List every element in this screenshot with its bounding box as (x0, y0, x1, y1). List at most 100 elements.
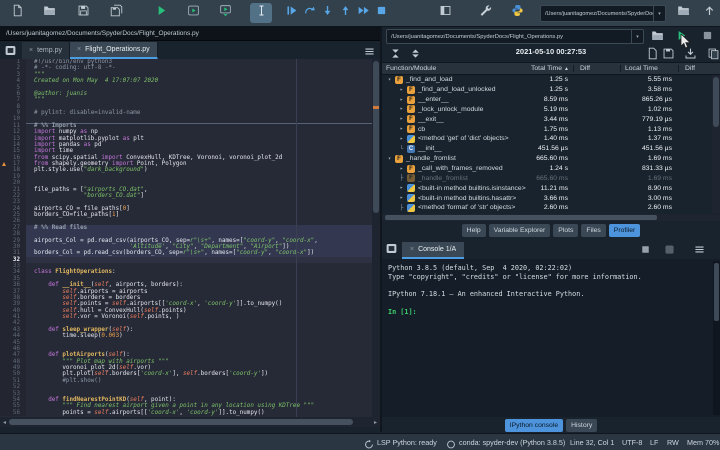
preferences-button[interactable] (474, 3, 496, 23)
chevron-right-icon[interactable]: ▸ (397, 126, 406, 132)
run-cell-advance-button[interactable] (214, 3, 236, 23)
bottom-tab-history[interactable]: History (566, 419, 598, 432)
profiler-open-icon[interactable] (650, 29, 664, 42)
run-selection-button[interactable] (250, 3, 272, 23)
chevron-down-icon[interactable]: ▾ (631, 30, 643, 43)
new-file-button[interactable] (6, 3, 28, 23)
save-all-icon (110, 4, 123, 22)
pythonpath-button[interactable] (506, 3, 528, 23)
debug-file-icon (285, 4, 298, 22)
profiler-row[interactable]: ▸ Fcb 1.75 ms 1.13 ms (382, 124, 712, 134)
pane-tab-plots[interactable]: Plots (553, 224, 579, 237)
scrollbar-thumb[interactable] (714, 263, 719, 321)
scroll-left-icon[interactable]: ◂ (0, 419, 9, 426)
open-file-button[interactable] (38, 3, 60, 23)
profiler-horizontal-scrollbar[interactable] (382, 214, 720, 221)
chevron-right-icon[interactable]: ▸ (397, 195, 406, 201)
parent-directory-button[interactable] (698, 3, 720, 23)
profiler-vertical-scrollbar[interactable] (712, 75, 720, 213)
pane-tab-profiler[interactable]: Profiler (608, 224, 641, 237)
scrollbar-thumb[interactable] (385, 215, 657, 220)
close-tab-icon[interactable]: × (410, 246, 414, 253)
tree-connector[interactable]: ├ (397, 205, 406, 211)
console-vertical-scrollbar[interactable] (713, 261, 720, 415)
save-button[interactable] (72, 3, 94, 23)
code-editor[interactable]: 1 #!/usr/bin/env python3 2 # -*- coding: ut… (0, 59, 380, 417)
pane-tab-help[interactable]: Help (461, 224, 486, 237)
profiler-stop-icon[interactable] (700, 29, 714, 42)
chevron-right-icon[interactable]: ▸ (397, 185, 406, 191)
chevron-right-icon[interactable]: ▸ (397, 97, 406, 103)
profiler-row[interactable]: ▸ <built-in method builtins.isinstance> 11… (382, 183, 712, 193)
chevron-down-icon[interactable]: ▾ (653, 6, 665, 21)
column-function-module[interactable]: Function/Module (382, 65, 531, 72)
chevron-right-icon[interactable]: ▸ (397, 116, 406, 122)
console-output-line: IPython 7.18.1 — An enhanced Interactive… (388, 290, 585, 299)
column-diff[interactable]: Diff (573, 65, 620, 72)
bottom-tab-ipython-console[interactable]: IPython console (504, 419, 564, 432)
code-line[interactable]: 56 points = self.airports[['coord-x', 'c… (0, 409, 380, 416)
pane-tab-variable-explorer[interactable]: Variable Explorer (488, 224, 551, 237)
interrupt-kernel-icon[interactable] (638, 243, 652, 256)
scrollbar-thumb[interactable] (9, 419, 353, 425)
profiler-row[interactable]: ▸ <method 'get' of 'dict' objects> 1.40 ms… (382, 134, 712, 144)
tree-connector[interactable]: └ (397, 146, 406, 152)
profiler-row[interactable]: ▾ F _handle_fromlist 665.60 ms 1.69 ms (382, 154, 712, 164)
profiler-file-combo[interactable]: /Users/juanitagomez/Documents/SpyderDocs… (386, 29, 644, 44)
class-icon: C (407, 144, 415, 153)
profiler-row[interactable]: ▸ F _find_and_load_unlocked 1.25 s 3.58 ms (382, 85, 712, 95)
column-diff-2[interactable]: Diff (678, 65, 720, 72)
profiler-row[interactable]: ▸ F _lock_unlock_module 5.19 ms 1.02 ms (382, 105, 712, 115)
total-time: 1.25 s (549, 86, 568, 94)
chevron-right-icon[interactable]: ▸ (397, 106, 406, 112)
profiler-row[interactable]: ▸ F _call_with_frames_removed 1.24 s 831.33 … (382, 164, 712, 174)
debug-stop-button[interactable] (370, 3, 392, 23)
close-tab-icon[interactable]: × (77, 46, 81, 53)
browse-tabs-icon[interactable] (385, 242, 399, 256)
run-file-button[interactable] (150, 3, 172, 23)
scroll-right-icon[interactable]: ▸ (371, 419, 380, 426)
ipython-console-output[interactable]: Python 3.8.5 (default, Sep 4 2020, 02:22… (382, 259, 720, 417)
profiler-table-header[interactable]: Function/Module Total Time ▲ Diff Local T… (382, 62, 720, 75)
console-tab[interactable]: × Console 1/A (402, 242, 465, 259)
local-time: 451.56 µs (642, 145, 672, 153)
editor-vertical-scrollbar[interactable] (372, 59, 380, 417)
chevron-down-icon[interactable]: ▾ (385, 156, 394, 162)
close-tab-icon[interactable]: × (29, 47, 33, 54)
editor-options-icon[interactable] (363, 45, 377, 59)
profiler-row[interactable]: ▸ F __enter__ 8.59 ms 865.26 µs (382, 95, 712, 105)
profiler-toolbar: 2021-05-10 00:27:53 (382, 45, 720, 62)
profiler-row[interactable]: └ C __init__ 451.56 µs 451.56 µs (382, 144, 712, 154)
chevron-right-icon[interactable]: ▸ (397, 166, 406, 172)
browse-tabs-icon[interactable] (4, 44, 18, 58)
save-all-button[interactable] (105, 3, 127, 23)
tree-connector[interactable]: ├ (397, 175, 406, 181)
pane-tab-files[interactable]: Files (581, 224, 606, 237)
profile-data-icon[interactable] (645, 47, 659, 60)
chevron-right-icon[interactable]: ▸ (397, 136, 406, 142)
browse-directory-button[interactable] (672, 3, 694, 23)
profiler-row[interactable]: ├ F _handle_fromlist 665.60 ms 1.69 ms (382, 173, 712, 183)
save-profile-icon[interactable] (661, 47, 675, 60)
console-options-icon[interactable] (692, 243, 706, 256)
profiler-row[interactable]: ▸ <built-in method builtins.hasattr> 3.66 … (382, 193, 712, 203)
column-local-time[interactable]: Local Time (620, 65, 678, 72)
chevron-down-icon[interactable]: ▾ (385, 77, 394, 83)
working-directory-combo[interactable]: /Users/juanitagomez/Documents/SpyderDocs… (540, 5, 666, 22)
column-total-time[interactable]: Total Time ▲ (531, 65, 573, 72)
editor-tab[interactable]: × temp.py (22, 42, 70, 59)
profiler-row[interactable]: ├ <method 'format' of 'str' objects> 2.60 … (382, 203, 712, 213)
editor-horizontal-scrollbar[interactable]: ◂ ▸ (0, 417, 380, 427)
editor-tab[interactable]: × Flight_Operations.py (70, 42, 158, 59)
scrollbar-thumb[interactable] (713, 77, 719, 127)
console-environment-icon[interactable] (662, 243, 676, 256)
run-cell-button[interactable] (182, 3, 204, 23)
profiler-row[interactable]: ▸ F __exit__ 3.44 ms 779.19 µs (382, 114, 712, 124)
profiler-row[interactable]: ▾ F _find_and_load 1.25 s 5.55 ms (382, 75, 712, 85)
lsp-icon (364, 438, 374, 448)
scrollbar-thumb[interactable] (373, 61, 379, 213)
maximize-pane-button[interactable] (434, 3, 456, 23)
chevron-right-icon[interactable]: ▸ (397, 87, 406, 93)
right-pane: /Users/juanitagomez/Documents/SpyderDocs… (382, 26, 720, 432)
copy-profile-icon[interactable] (706, 47, 720, 60)
